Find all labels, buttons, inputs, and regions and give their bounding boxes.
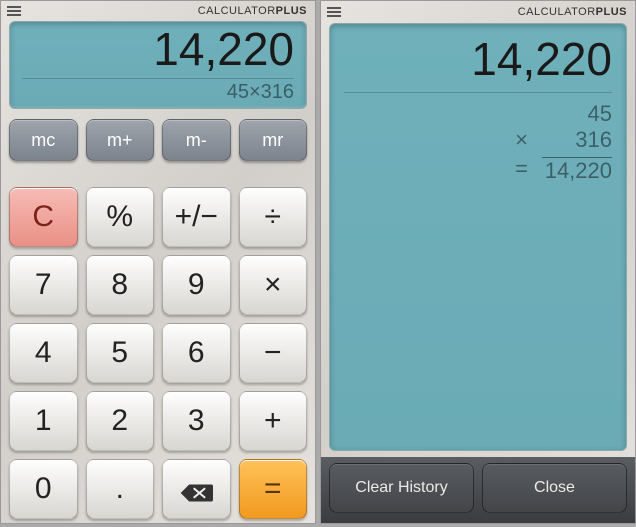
history-display[interactable]: 14,220 45 × 316 = 14,220 [329,23,627,451]
digit-1-button[interactable]: 1 [9,391,78,451]
clear-button[interactable]: C [9,187,78,247]
decimal-button[interactable]: . [86,459,155,519]
calculator-panel: CALCULATORPLUS 14,220 45×316 mc m+ m- mr… [0,0,316,524]
history-operand-1: 45 [510,101,612,127]
backspace-icon [179,478,213,500]
display-expression: 45×316 [227,81,294,104]
digit-2-button[interactable]: 2 [86,391,155,451]
history-result-row: = 14,220 [510,153,612,184]
menu-icon[interactable] [327,7,341,17]
digit-6-button[interactable]: 6 [162,323,231,383]
history-operator-row: × 316 [510,127,612,153]
brand-title: CALCULATORPLUS [198,5,307,17]
backspace-button[interactable] [162,459,231,519]
digit-7-button[interactable]: 7 [9,255,78,315]
clear-history-button[interactable]: Clear History [329,463,474,513]
digit-4-button[interactable]: 4 [9,323,78,383]
minus-button[interactable]: − [239,323,308,383]
close-button[interactable]: Close [482,463,627,513]
header: CALCULATORPLUS [1,1,315,19]
menu-icon[interactable] [7,6,21,16]
digit-8-button[interactable]: 8 [86,255,155,315]
digit-5-button[interactable]: 5 [86,323,155,383]
sign-button[interactable]: +/− [162,187,231,247]
digit-0-button[interactable]: 0 [9,459,78,519]
brand-title: CALCULATORPLUS [518,6,627,18]
display[interactable]: 14,220 45×316 [9,21,307,109]
digit-9-button[interactable]: 9 [162,255,231,315]
digit-3-button[interactable]: 3 [162,391,231,451]
header: CALCULATORPLUS [321,1,635,21]
history-panel: CALCULATORPLUS 14,220 45 × 316 = 14,220 … [320,0,636,524]
history-current-value: 14,220 [471,32,612,86]
percent-button[interactable]: % [86,187,155,247]
plus-button[interactable]: + [239,391,308,451]
history-toolbar: Clear History Close [321,457,635,523]
memory-plus-button[interactable]: m+ [86,119,155,161]
memory-clear-button[interactable]: mc [9,119,78,161]
equals-button[interactable]: = [239,459,308,519]
keypad: mc m+ m- mr C % +/− ÷ 7 8 9 × 4 5 6 − 1 … [1,115,315,527]
memory-recall-button[interactable]: mr [239,119,308,161]
divide-button[interactable]: ÷ [239,187,308,247]
memory-minus-button[interactable]: m- [162,119,231,161]
display-value: 14,220 [153,26,294,72]
multiply-button[interactable]: × [239,255,308,315]
